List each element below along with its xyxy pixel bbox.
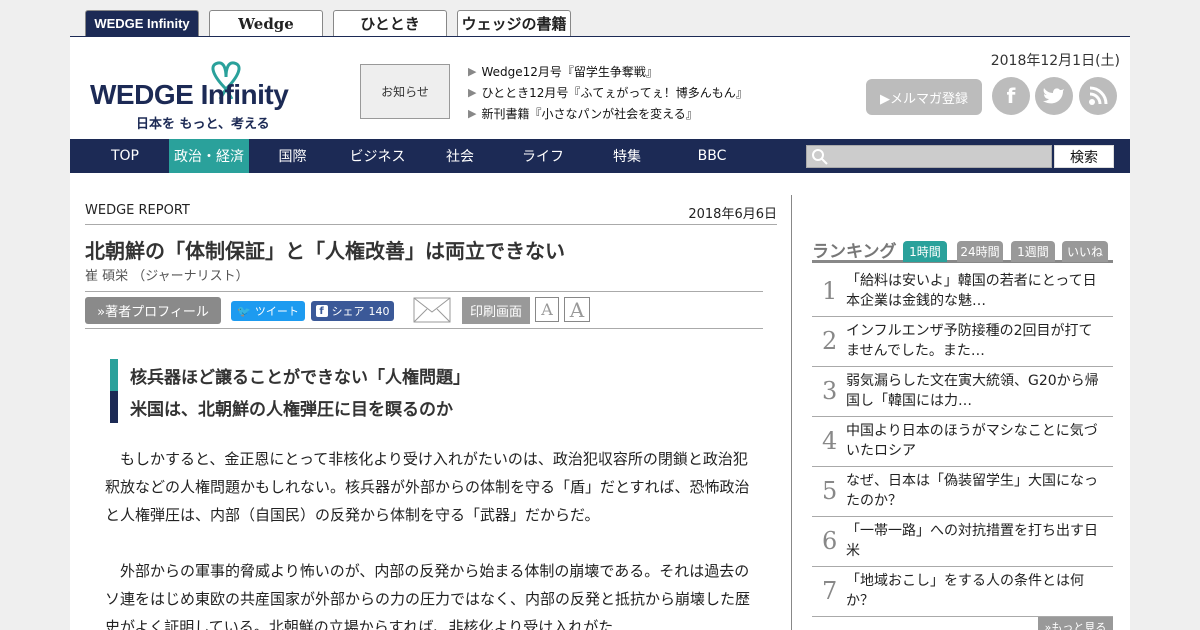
column-divider — [791, 195, 792, 630]
mail-icon[interactable] — [413, 297, 451, 323]
triangle-icon: ▶ — [468, 107, 477, 120]
author-profile-button[interactable]: »著者プロフィール — [85, 297, 221, 324]
news-item[interactable]: ▶ ひととき12月号『ふてぇがってぇ！博多んもん』 — [468, 82, 748, 103]
logo-tagline: 日本を もっと、考える — [136, 117, 270, 132]
ranking-item[interactable]: 3 弱気漏らした文在寅大統領、G20から帰国し「韓国には力… — [812, 367, 1113, 417]
page: WEDGE Infinity 日本を もっと、考える お知らせ ▶ Wedge12… — [70, 36, 1130, 630]
rank-number: 2 — [822, 327, 838, 355]
ranking-item[interactable]: 2 インフルエンザ予防接種の2回目が打てませんでした。また… — [812, 317, 1113, 367]
nav-feature[interactable]: 特集 — [602, 139, 652, 173]
site-tabs: WEDGE Infinity Wedge ひととき ウェッジの書籍 — [85, 10, 571, 36]
rank-number: 6 — [822, 527, 838, 555]
nav-business[interactable]: ビジネス — [340, 139, 415, 173]
share-count: 140 — [368, 304, 390, 318]
rank-number: 7 — [822, 577, 838, 605]
lead-bar — [110, 359, 118, 391]
site-logo[interactable]: WEDGE Infinity 日本を もっと、考える — [88, 55, 328, 132]
rank-number: 3 — [822, 377, 838, 405]
site-tab-hitotoki[interactable]: ひととき — [333, 10, 447, 36]
paragraph: 外部からの軍事的脅威より怖いのが、内部の反発から始まる体制の崩壊である。それは過… — [105, 562, 751, 630]
search-button[interactable]: 検索 — [1054, 145, 1114, 168]
tweet-label: ツイート — [254, 305, 299, 318]
nav-international[interactable]: 国際 — [265, 139, 320, 173]
ranking-item[interactable]: 5 なぜ、日本は「偽装留学生」大国になったのか？ — [812, 467, 1113, 517]
current-date: 2018年12月1日(土) — [990, 53, 1120, 69]
font-small-button[interactable]: A — [535, 297, 559, 322]
lead-text: 核兵器ほど譲ることができない「人権問題」 — [130, 367, 470, 388]
news-item[interactable]: ▶ Wedge12月号『留学生争奪戦』 — [468, 61, 748, 82]
facebook-icon: f — [315, 305, 328, 317]
ranking-item[interactable]: 7 「地域おこし」をする人の条件とは何か？ — [812, 567, 1113, 617]
nav-life[interactable]: ライフ — [513, 139, 573, 173]
news-label: ひととき12月号『ふてぇがってぇ！博多んもん』 — [481, 86, 748, 100]
lead-text: 米国は、北朝鮮の人権弾圧に目を瞑るのか — [130, 399, 453, 420]
rank-title: 弱気漏らした文在寅大統領、G20から帰国し「韓国には力… — [846, 373, 1099, 409]
ranking-list: 1 「給料は安いよ」韓国の若者にとって日本企業は金銭的な魅… 2 インフルエンザ予防… — [812, 267, 1113, 617]
font-large-button[interactable]: A — [564, 297, 590, 322]
news-list: ▶ Wedge12月号『留学生争奪戦』 ▶ ひととき12月号『ふてぇがってぇ！博多ん… — [468, 61, 748, 124]
rank-number: 4 — [822, 427, 838, 455]
main-nav: TOP 政治・経済 国際 ビジネス 社会 ライフ 特集 BBC 検索 — [70, 139, 1130, 173]
ranking-tab-24h[interactable]: 24時間 — [957, 241, 1003, 262]
rank-number: 5 — [822, 477, 838, 505]
nav-society[interactable]: 社会 — [435, 139, 485, 173]
site-tab-wedge[interactable]: Wedge — [209, 10, 323, 36]
tweet-button[interactable]: 🐦 ツイート — [231, 301, 305, 321]
logo-main: WEDGE — [90, 79, 194, 110]
lead-bar — [110, 391, 118, 423]
ranking-tab-1w[interactable]: 1週間 — [1011, 241, 1055, 262]
article-body: もしかすると、金正恩にとって非核化より受け入れがたいのは、政治犯収容所の閉鎖と政… — [105, 445, 750, 630]
ranking-tab-likes[interactable]: いいね — [1062, 241, 1108, 262]
nav-top[interactable]: TOP — [100, 139, 150, 173]
news-label: Wedge12月号『留学生争奪戦』 — [481, 65, 658, 79]
ranking-item[interactable]: 4 中国より日本のほうがマシなことに気づいたロシア — [812, 417, 1113, 467]
article-date: 2018年6月6日 — [688, 207, 777, 222]
article-author: 崔 碩栄 （ジャーナリスト） — [85, 269, 249, 284]
twitter-icon: 🐦 — [237, 304, 251, 318]
rss-icon[interactable] — [1079, 77, 1117, 115]
site-tab-books[interactable]: ウェッジの書籍 — [457, 10, 571, 36]
triangle-icon: ▶ — [468, 86, 477, 99]
print-button[interactable]: 印刷画面 — [462, 297, 530, 324]
article-title: 北朝鮮の「体制保証」と「人権改善」は両立できない — [85, 239, 565, 263]
article-meta: WEDGE REPORT 2018年6月6日 — [85, 203, 777, 225]
twitter-icon[interactable] — [1035, 77, 1073, 115]
rank-title: 「地域おこし」をする人の条件とは何か？ — [846, 573, 1084, 609]
ranking-title: ランキング — [812, 242, 897, 262]
ranking-item[interactable]: 6 「一帯一路」への対抗措置を打ち出す日米 — [812, 517, 1113, 567]
ranking-tab-1h[interactable]: 1時間 — [903, 241, 947, 262]
nav-bbc[interactable]: BBC — [687, 139, 737, 173]
facebook-share-button[interactable]: f シェア 140 — [311, 301, 394, 321]
news-item[interactable]: ▶ 新刊書籍『小さなパンが社会を変える』 — [468, 103, 748, 124]
paragraph: もしかすると、金正恩にとって非核化より受け入れがたいのは、政治犯収容所の閉鎖と政… — [105, 450, 750, 524]
rank-title: インフルエンザ予防接種の2回目が打てませんでした。また… — [846, 323, 1093, 359]
ranking-more-button[interactable]: »もっと見る — [1038, 617, 1113, 630]
rank-title: 「一帯一路」への対抗措置を打ち出す日米 — [846, 523, 1098, 559]
rank-title: 「給料は安いよ」韓国の若者にとって日本企業は金銭的な魅… — [846, 273, 1097, 309]
triangle-icon: ▶ — [468, 65, 477, 78]
ranking-item[interactable]: 1 「給料は安いよ」韓国の若者にとって日本企業は金銭的な魅… — [812, 267, 1113, 317]
rank-number: 1 — [822, 277, 838, 305]
article-toolbar: »著者プロフィール 🐦 ツイート f シェア 140 印刷画面 A A — [85, 291, 763, 329]
lead-line: 核兵器ほど譲ることができない「人権問題」 — [110, 359, 470, 391]
nav-politics-economy[interactable]: 政治・経済 — [169, 139, 249, 173]
logo-infinity: Infinity — [200, 79, 289, 110]
logo-text: WEDGE Infinity — [90, 79, 289, 111]
ranking-header: ランキング 1時間 24時間 1週間 いいね — [812, 237, 1113, 263]
rank-title: なぜ、日本は「偽装留学生」大国になったのか？ — [846, 473, 1098, 509]
lead-line: 米国は、北朝鮮の人権弾圧に目を瞑るのか — [110, 391, 470, 423]
facebook-icon[interactable]: f — [992, 77, 1030, 115]
site-tab-wedge-infinity[interactable]: WEDGE Infinity — [85, 10, 199, 36]
share-label: シェア — [331, 305, 365, 318]
news-label: 新刊書籍『小さなパンが社会を変える』 — [481, 107, 698, 121]
search-input[interactable] — [806, 145, 1052, 168]
rank-title: 中国より日本のほうがマシなことに気づいたロシア — [846, 423, 1098, 459]
newsletter-button[interactable]: ▶メルマガ登録 — [866, 79, 982, 115]
article-leads: 核兵器ほど譲ることができない「人権問題」 米国は、北朝鮮の人権弾圧に目を瞑るのか — [110, 359, 470, 423]
search-icon — [812, 149, 828, 165]
notice-button[interactable]: お知らせ — [360, 64, 450, 119]
article-category[interactable]: WEDGE REPORT — [85, 203, 190, 224]
